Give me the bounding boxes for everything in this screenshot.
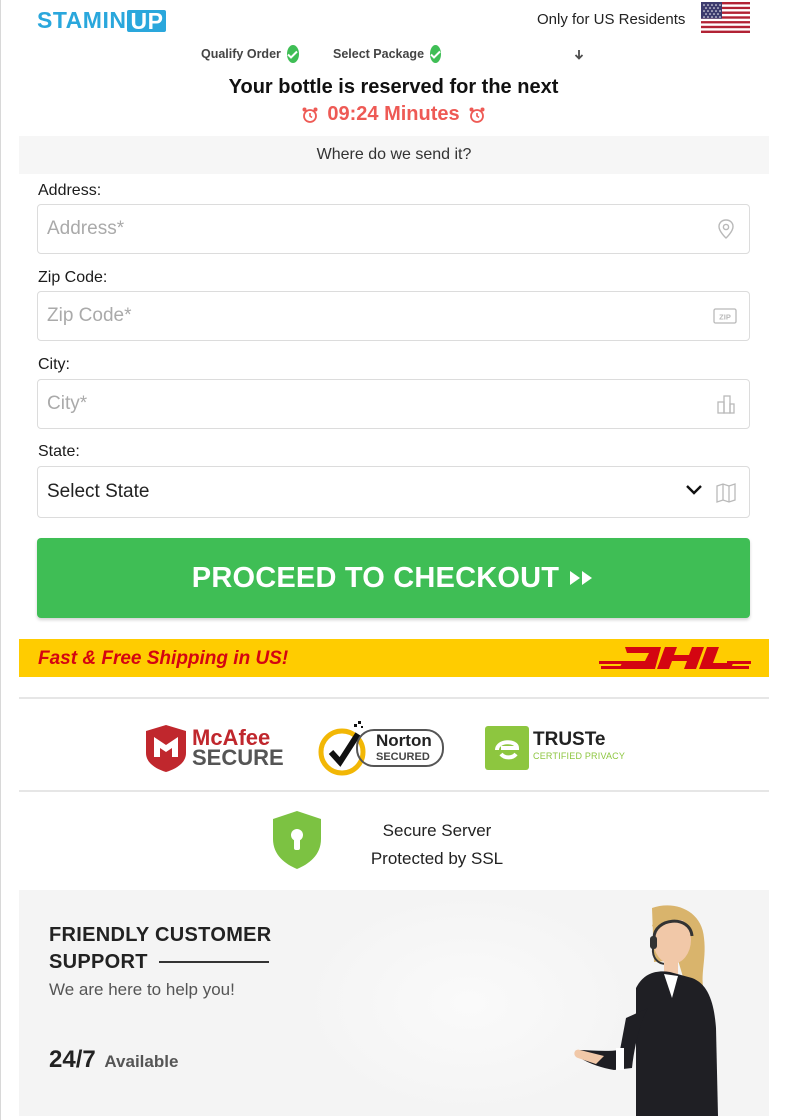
arrow-down-circle-icon xyxy=(569,45,588,63)
state-label: State: xyxy=(38,443,80,460)
us-residents-note: Only for US Residents xyxy=(537,11,686,28)
svg-text:ZIP: ZIP xyxy=(719,313,731,322)
free-shipping-text: Fast & Free Shipping in US! xyxy=(38,648,289,669)
mcafee-shield-icon xyxy=(146,725,186,772)
chevron-down-icon xyxy=(686,485,702,495)
logo-text: STAMIN xyxy=(37,7,127,33)
state-select[interactable]: Select State xyxy=(37,466,750,518)
alarm-clock-icon xyxy=(302,107,318,123)
checkout-page: STAMIN UP Only for US Residents Qualify O… xyxy=(0,0,785,1120)
shipping-form-title: Where do we send it? xyxy=(19,136,769,174)
support-title-line-2: SUPPORT xyxy=(49,951,148,973)
mcafee-secure-text: SECURE xyxy=(192,745,284,770)
check-circle-icon xyxy=(286,45,299,63)
check-circle-icon xyxy=(430,45,442,63)
address-label: Address: xyxy=(38,182,102,199)
truste-icon xyxy=(485,726,529,770)
location-pin-icon xyxy=(718,219,734,239)
step-qualify-order: Qualify Order xyxy=(181,40,315,68)
divider xyxy=(19,697,769,699)
free-shipping-banner: Fast & Free Shipping in US! xyxy=(19,639,769,677)
dhl-logo xyxy=(599,647,751,669)
truste-badge: TRUSTe CERTIFIED PRIVACY xyxy=(485,718,625,778)
ssl-line-2: Protected by SSL xyxy=(370,849,504,868)
double-arrow-right-icon xyxy=(569,569,595,587)
checkout-progress: Qualify Order Select Package Confirm Ord… xyxy=(181,40,607,68)
address-input[interactable] xyxy=(38,205,678,253)
checkout-button-label: PROCEED TO CHECKOUT xyxy=(191,561,560,594)
truste-text: TRUSTe xyxy=(533,729,606,750)
zip-field-wrapper: ZIP xyxy=(37,291,750,341)
support-title: FRIENDLY CUSTOMER SUPPORT xyxy=(49,922,272,976)
zip-label: Zip Code: xyxy=(38,269,108,286)
zip-icon: ZIP xyxy=(713,308,737,324)
step-select-package: Select Package xyxy=(315,40,455,68)
divider xyxy=(19,790,769,792)
support-hours: 24/7 Available xyxy=(49,1046,178,1074)
map-icon xyxy=(716,483,736,503)
ssl-shield-icon xyxy=(273,811,321,869)
countdown-timer: 09:24 Minutes xyxy=(1,103,785,126)
customer-support-banner: FRIENDLY CUSTOMER SUPPORT We are here to… xyxy=(19,890,769,1116)
support-hours-suffix: Available xyxy=(104,1052,179,1071)
norton-text: Norton xyxy=(376,731,432,750)
zip-code-input[interactable] xyxy=(38,292,678,340)
support-title-line-1: FRIENDLY CUSTOMER xyxy=(49,924,272,946)
timer-value: 09:24 Minutes xyxy=(327,103,460,125)
norton-secured-text: SECURED xyxy=(376,751,430,763)
support-hours-value: 24/7 xyxy=(49,1046,96,1073)
state-select-value: Select State xyxy=(47,481,150,502)
address-field-wrapper xyxy=(37,204,750,254)
support-subtitle: We are here to help you! xyxy=(49,980,235,999)
support-title-underline xyxy=(159,961,269,963)
proceed-to-checkout-button[interactable]: PROCEED TO CHECKOUT xyxy=(37,538,750,618)
city-input[interactable] xyxy=(38,380,678,428)
city-buildings-icon xyxy=(717,395,735,414)
brand-logo[interactable]: STAMIN UP xyxy=(37,7,167,34)
truste-certified-text: CERTIFIED PRIVACY xyxy=(533,751,626,761)
norton-secured-badge: Norton SECURED xyxy=(318,718,444,778)
step-label: Select Package xyxy=(332,47,425,61)
mcafee-secure-badge: McAfee SECURE xyxy=(144,718,284,778)
support-agent-image xyxy=(574,905,718,1116)
logo-up-text: UP xyxy=(127,9,167,32)
step-label: Confirm Order xyxy=(478,47,564,61)
city-label: City: xyxy=(38,356,70,373)
step-label: Qualify Order xyxy=(201,47,281,61)
city-field-wrapper xyxy=(37,379,750,429)
step-confirm-order: Confirm Order xyxy=(455,40,607,68)
ssl-text: Secure Server Protected by SSL xyxy=(337,817,537,873)
reservation-text: Your bottle is reserved for the next xyxy=(228,76,559,98)
us-flag-icon xyxy=(701,2,750,33)
ssl-line-1: Secure Server xyxy=(382,821,492,840)
alarm-clock-icon xyxy=(469,107,485,123)
